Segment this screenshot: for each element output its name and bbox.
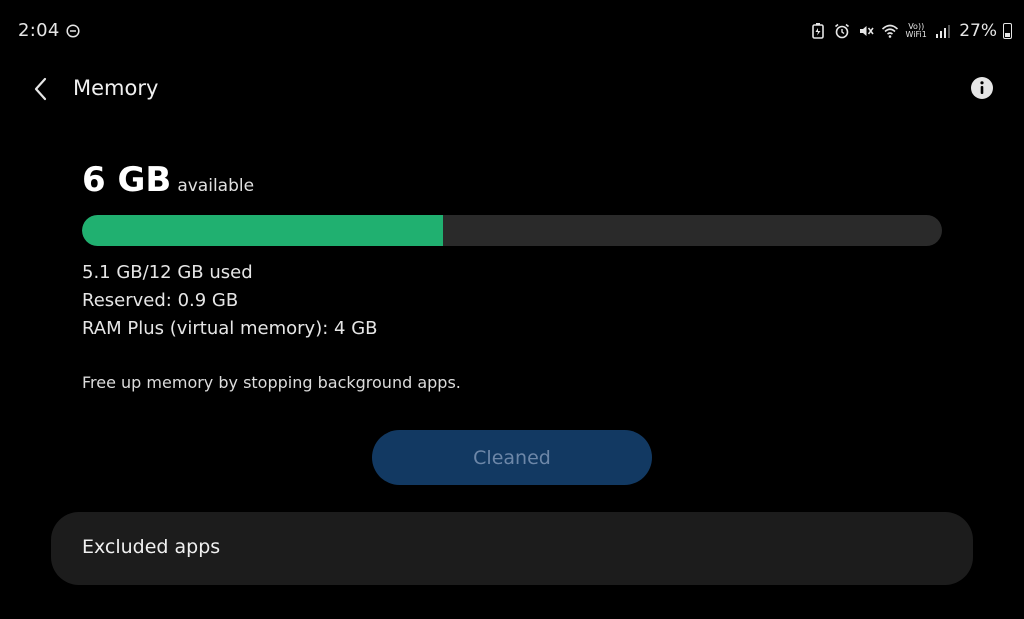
signal-icon (936, 25, 951, 38)
back-button[interactable] (26, 74, 56, 104)
excluded-apps-label: Excluded apps (82, 536, 221, 558)
memory-available: 6 GB available (82, 160, 254, 200)
battery-percentage: 27% (959, 21, 997, 41)
used-text: 5.1 GB/12 GB used (82, 262, 253, 283)
status-bar: 2:04 Vo)) WiFi1 27% (0, 0, 1024, 64)
chevron-left-icon (34, 77, 47, 101)
hint-text: Free up memory by stopping background ap… (82, 373, 461, 392)
info-icon[interactable] (970, 76, 994, 100)
clean-button[interactable]: Cleaned (372, 430, 652, 485)
reserved-text: Reserved: 0.9 GB (82, 290, 239, 311)
battery-saver-icon (812, 23, 825, 39)
status-time: 2:04 (18, 20, 60, 41)
wifi-calling-label: WiFi1 (905, 30, 927, 39)
available-label: available (177, 176, 255, 196)
memory-usage-bar (82, 215, 942, 246)
mute-icon (860, 26, 874, 36)
excluded-apps-item[interactable]: Excluded apps (51, 512, 973, 585)
alarm-icon (835, 23, 850, 39)
battery-icon (1003, 23, 1012, 39)
memory-usage-fill (82, 215, 444, 246)
memory-details: 5.1 GB/12 GB used Reserved: 0.9 GB RAM P… (82, 259, 378, 343)
wifi-icon (882, 24, 899, 38)
available-value: 6 GB (82, 160, 172, 200)
page-title: Memory (73, 76, 159, 100)
app-bar: Memory (0, 64, 1024, 116)
volte-indicator: Vo)) WiFi1 (905, 23, 927, 39)
do-not-disturb-icon (66, 24, 80, 38)
ram-plus-text: RAM Plus (virtual memory): 4 GB (82, 318, 378, 339)
status-icons: Vo)) WiFi1 27% (809, 18, 1012, 44)
